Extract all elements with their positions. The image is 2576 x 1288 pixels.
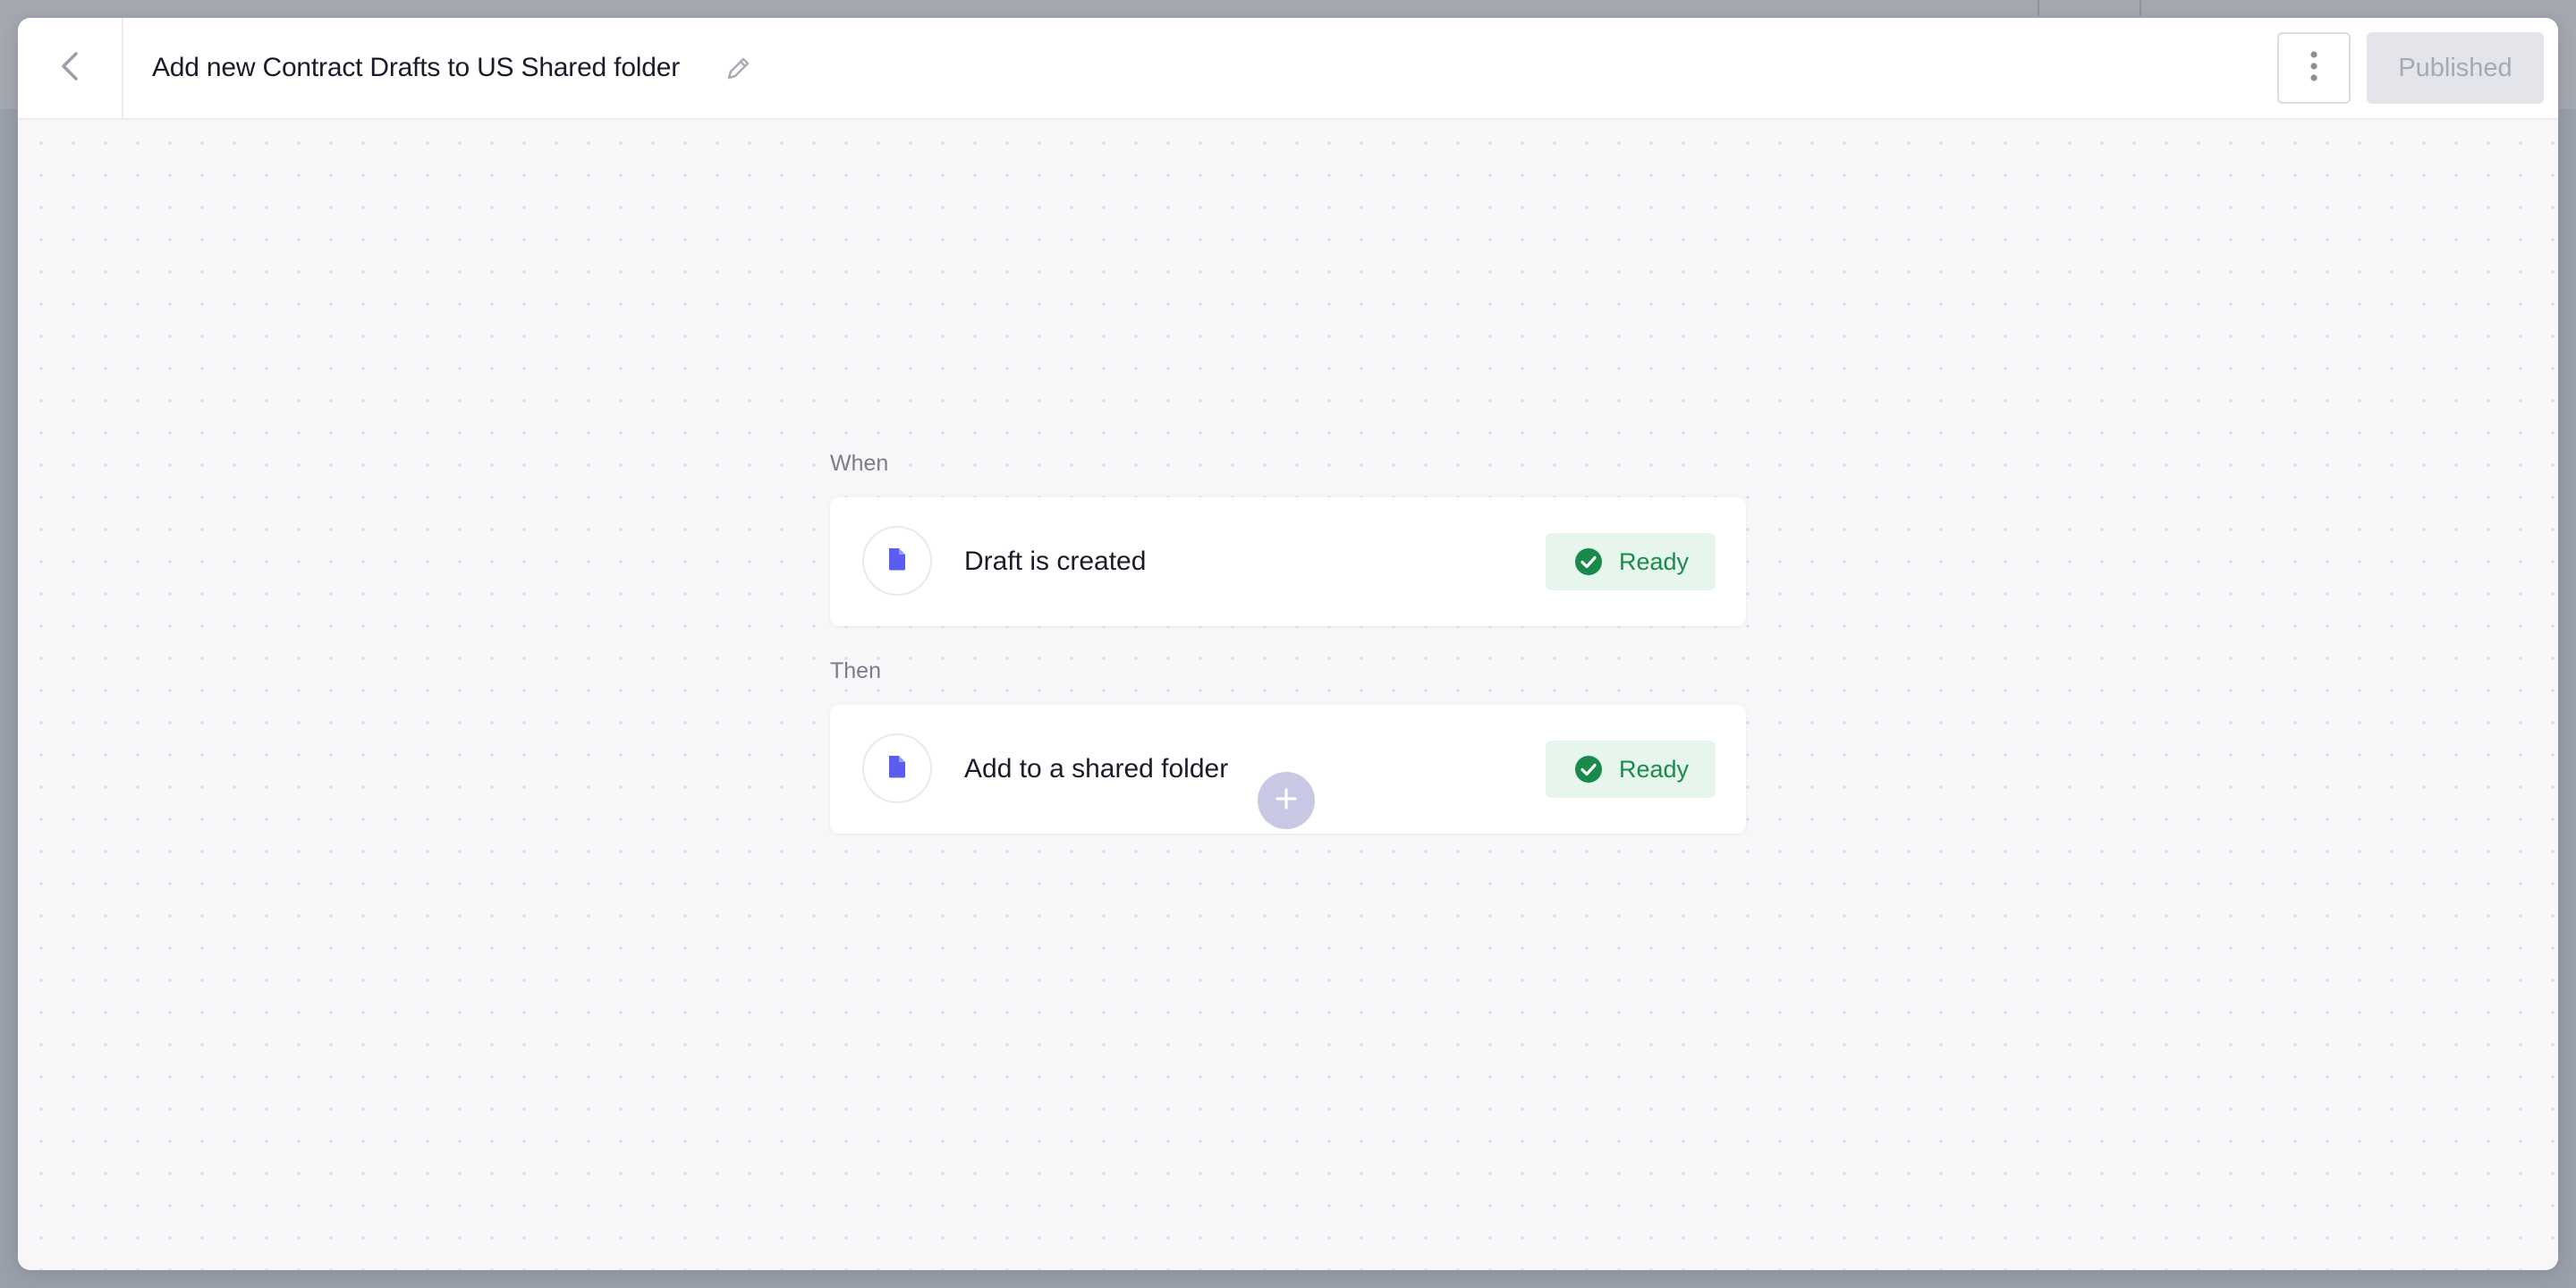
- action-status-text: Ready: [1619, 755, 1690, 783]
- editor-header: Add new Contract Drafts to US Shared fol…: [18, 18, 2558, 120]
- plus-icon: [1274, 786, 1299, 816]
- action-status-badge: Ready: [1546, 741, 1716, 798]
- workflow-title: Add new Contract Drafts to US Shared fol…: [152, 53, 681, 82]
- back-button[interactable]: [18, 18, 123, 118]
- workflow-editor-modal: Add new Contract Drafts to US Shared fol…: [18, 18, 2558, 1270]
- action-label: Add to a shared folder: [964, 754, 1229, 784]
- pencil-icon[interactable]: [721, 50, 757, 86]
- check-circle-icon: [1574, 755, 1603, 784]
- vertical-dots-icon: [2309, 48, 2319, 89]
- chevron-left-icon: [56, 48, 83, 89]
- trigger-card[interactable]: Draft is created Ready: [830, 497, 1746, 626]
- background-divider: [2038, 0, 2039, 16]
- trigger-status-text: Ready: [1619, 547, 1690, 575]
- trigger-icon-container: [862, 526, 932, 596]
- action-icon-container: [862, 733, 932, 803]
- published-button[interactable]: Published: [2367, 32, 2544, 104]
- workflow-canvas: [18, 120, 2558, 1270]
- add-step-button[interactable]: [1258, 772, 1315, 829]
- background-divider: [2140, 0, 2141, 16]
- action-section-label: Then: [830, 658, 881, 683]
- trigger-section-label: When: [830, 451, 889, 476]
- document-icon: [886, 547, 908, 576]
- trigger-label: Draft is created: [964, 547, 1147, 576]
- trigger-status-badge: Ready: [1546, 533, 1716, 590]
- document-icon: [886, 754, 908, 784]
- check-circle-icon: [1574, 547, 1603, 576]
- more-options-button[interactable]: [2277, 32, 2351, 104]
